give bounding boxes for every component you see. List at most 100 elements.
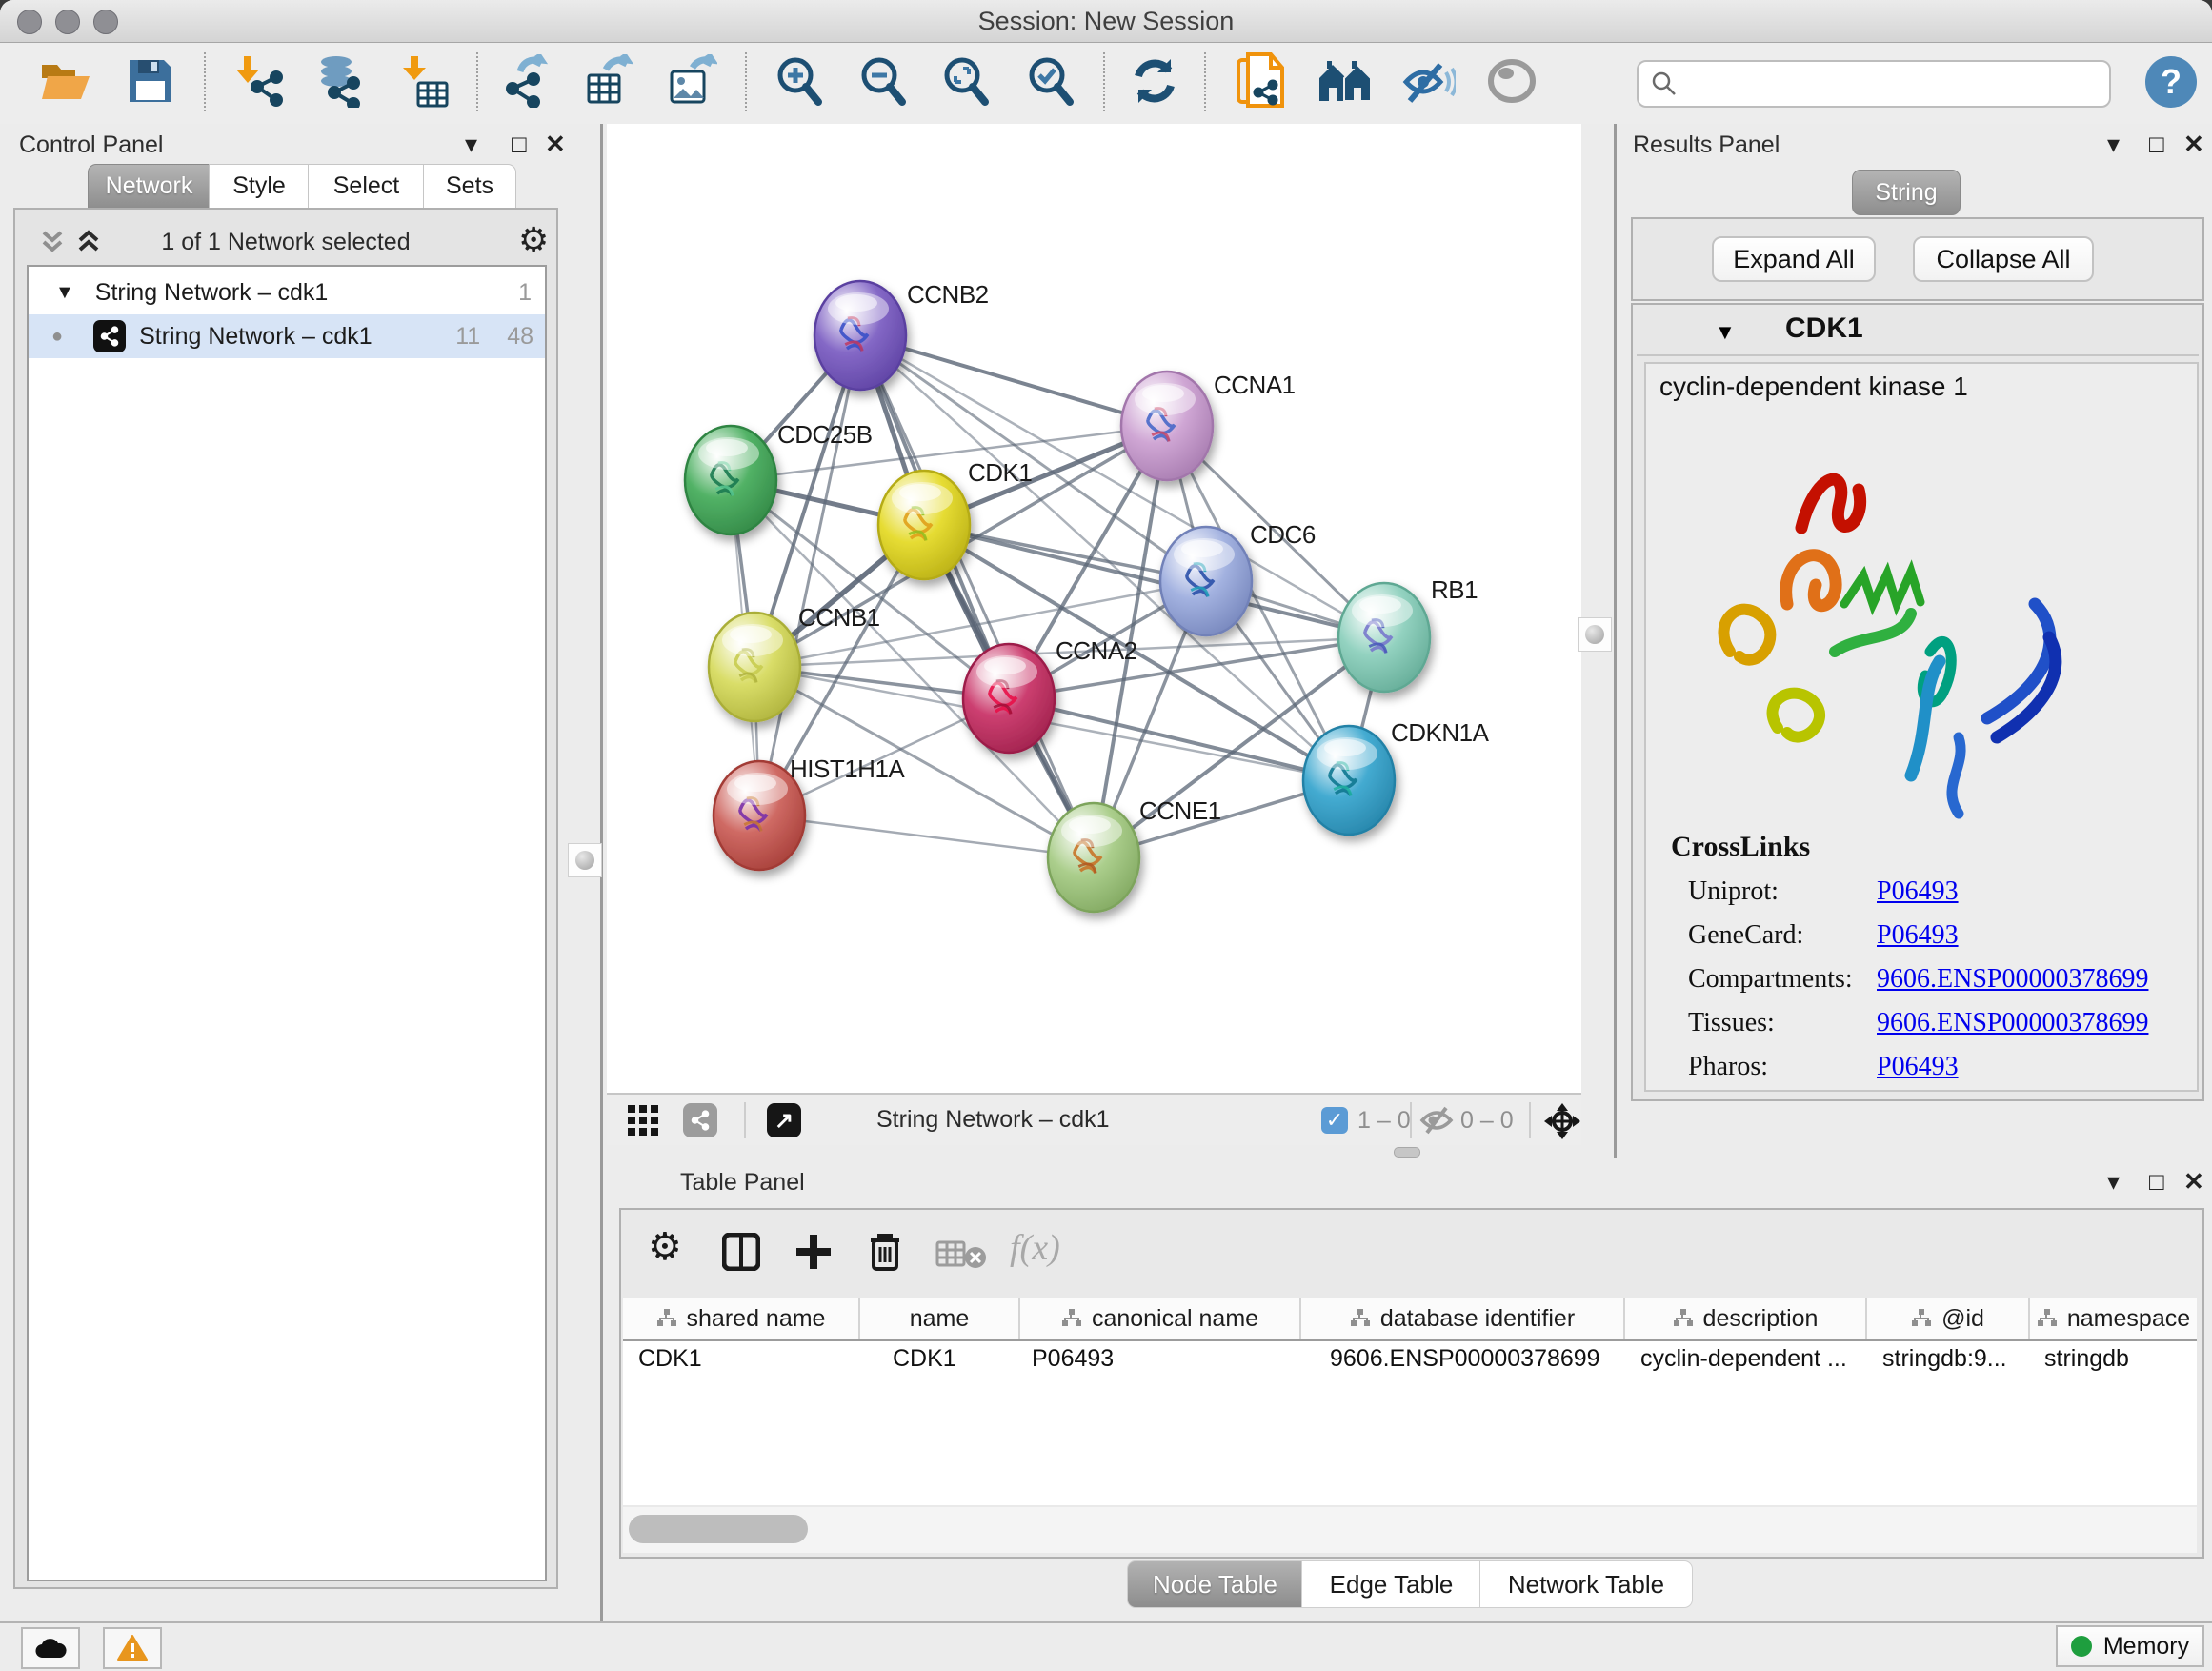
table-panel-float-icon[interactable]: □: [2149, 1167, 2164, 1197]
tab-edge-table[interactable]: Edge Table: [1301, 1560, 1481, 1608]
show-all-button[interactable]: [1482, 43, 1541, 119]
import-network-button[interactable]: [230, 43, 289, 119]
control-panel-float-icon[interactable]: □: [512, 130, 527, 159]
column-header-description[interactable]: description: [1625, 1298, 1867, 1339]
refresh-button[interactable]: [1125, 43, 1184, 119]
zoom-selected-button[interactable]: [1021, 43, 1080, 119]
tab-string-results[interactable]: String: [1852, 170, 1961, 215]
node-table: shared name name canonical name database…: [623, 1298, 2197, 1505]
create-column-icon[interactable]: [794, 1233, 833, 1276]
network-node-CCNA1[interactable]: [1121, 372, 1213, 480]
network-edge[interactable]: [860, 335, 1167, 426]
cell-canonical-name[interactable]: P06493: [1032, 1345, 1289, 1373]
table-hscrollbar-thumb[interactable]: [629, 1515, 808, 1543]
birds-eye-grid-icon[interactable]: [626, 1103, 660, 1142]
network-node-CCNB2[interactable]: [814, 281, 906, 390]
crosslink-compartments-link[interactable]: 9606.ENSP00000378699: [1877, 964, 2148, 995]
expand-all-button[interactable]: Expand All: [1712, 236, 1876, 282]
table-row[interactable]: CDK1 CDK1 P06493 9606.ENSP00000378699 cy…: [623, 1339, 2197, 1379]
crosslink-pharos-link[interactable]: P06493: [1877, 1052, 1959, 1082]
help-button[interactable]: ?: [2145, 56, 2197, 108]
crosslink-uniprot-link[interactable]: P06493: [1877, 876, 1959, 907]
memory-button[interactable]: Memory: [2056, 1625, 2204, 1667]
cell-description[interactable]: cyclin-dependent ...: [1640, 1345, 1861, 1373]
network-row-selected[interactable]: ● String Network – cdk1 11 48: [29, 314, 545, 358]
open-in-browser-icon[interactable]: ↗: [767, 1103, 801, 1137]
function-builder-icon[interactable]: f(x): [1010, 1227, 1060, 1269]
search-input[interactable]: [1686, 70, 2109, 98]
open-session-button[interactable]: [36, 43, 95, 119]
tab-select[interactable]: Select: [308, 164, 425, 209]
results-panel-float-icon[interactable]: □: [2149, 130, 2164, 159]
network-edge[interactable]: [759, 335, 860, 815]
zoom-in-button[interactable]: [770, 43, 829, 119]
cell-namespace[interactable]: stringdb: [2044, 1345, 2187, 1373]
tab-network-table[interactable]: Network Table: [1479, 1560, 1693, 1608]
network-node-CCNA2[interactable]: [963, 644, 1055, 753]
gene-collapse-icon[interactable]: ▼: [1715, 320, 1736, 345]
table-hscrollbar-track[interactable]: [623, 1507, 2197, 1553]
export-table-button[interactable]: [578, 43, 637, 119]
cell-name[interactable]: CDK1: [893, 1345, 1026, 1373]
table-options-gear-icon[interactable]: ⚙: [648, 1225, 682, 1269]
tab-sets[interactable]: Sets: [423, 164, 516, 209]
network-node-CDC6[interactable]: [1160, 527, 1252, 635]
column-header-namespace[interactable]: namespace: [2030, 1298, 2197, 1339]
string-style-icon[interactable]: [683, 1103, 717, 1137]
delete-columns-icon[interactable]: [867, 1231, 903, 1278]
network-canvas[interactable]: CCNB2CCNA1CDC25BCDK1CDC6RB1CCNB1CCNA2CDK…: [607, 124, 1581, 1093]
column-header-id[interactable]: @id: [1867, 1298, 2030, 1339]
network-edge[interactable]: [759, 815, 1094, 857]
zoom-out-button[interactable]: [854, 43, 913, 119]
right-splitter[interactable]: [1581, 124, 1619, 1158]
tab-network[interactable]: Network: [88, 164, 211, 209]
tab-style[interactable]: Style: [209, 164, 310, 209]
column-header-shared-name[interactable]: shared name: [623, 1298, 860, 1339]
network-node-RB1[interactable]: [1338, 583, 1430, 692]
tab-node-table[interactable]: Node Table: [1127, 1560, 1303, 1608]
cloud-status-button[interactable]: [21, 1627, 80, 1669]
cell-database-identifier[interactable]: 9606.ENSP00000378699: [1330, 1345, 1635, 1373]
results-panel-close-icon[interactable]: ✕: [2183, 130, 2204, 159]
cell-shared-name[interactable]: CDK1: [638, 1345, 853, 1373]
right-splitter-handle[interactable]: [1578, 617, 1612, 652]
hide-selected-button[interactable]: [1399, 43, 1458, 119]
crosslink-tissues-link[interactable]: 9606.ENSP00000378699: [1877, 1008, 2148, 1038]
warnings-button[interactable]: [103, 1627, 162, 1669]
column-header-name[interactable]: name: [860, 1298, 1020, 1339]
network-options-gear-icon[interactable]: ⚙: [518, 221, 549, 260]
crosslink-genecard-link[interactable]: P06493: [1877, 920, 1959, 951]
import-network-from-database-button[interactable]: [309, 43, 368, 119]
cell-id[interactable]: stringdb:9...: [1882, 1345, 2025, 1373]
delete-table-icon[interactable]: [935, 1238, 987, 1274]
network-node-CDC25B[interactable]: [685, 426, 776, 534]
network-node-CCNE1[interactable]: [1048, 803, 1139, 912]
column-header-canonical-name[interactable]: canonical name: [1020, 1298, 1301, 1339]
network-node-CCNB1[interactable]: [709, 613, 800, 721]
control-panel-menu-icon[interactable]: ▾: [465, 130, 477, 159]
network-graph[interactable]: CCNB2CCNA1CDC25BCDK1CDC6RB1CCNB1CCNA2CDK…: [607, 124, 1581, 1093]
table-panel-close-icon[interactable]: ✕: [2183, 1167, 2204, 1197]
left-splitter[interactable]: [564, 124, 607, 1621]
export-network-button[interactable]: [496, 43, 555, 119]
selected-nodes-checkbox[interactable]: ✓: [1321, 1107, 1348, 1134]
save-session-button[interactable]: [121, 43, 180, 119]
zoom-fit-button[interactable]: [936, 43, 995, 119]
network-collection-row[interactable]: ▼ String Network – cdk1 1: [29, 271, 545, 314]
fit-content-crosshair-icon[interactable]: [1542, 1101, 1582, 1146]
table-panel-menu-icon[interactable]: ▾: [2107, 1167, 2120, 1197]
first-neighbors-button[interactable]: [1316, 43, 1375, 119]
import-table-button[interactable]: [396, 43, 455, 119]
left-splitter-handle[interactable]: [568, 843, 602, 877]
collapse-all-button[interactable]: Collapse All: [1913, 236, 2094, 282]
export-image-button[interactable]: [661, 43, 720, 119]
string-protein-query-button[interactable]: [1231, 43, 1290, 119]
results-panel-menu-icon[interactable]: ▾: [2107, 130, 2120, 159]
network-node-CDKN1A[interactable]: [1303, 726, 1395, 835]
column-header-database-identifier[interactable]: database identifier: [1301, 1298, 1625, 1339]
network-node-CDK1[interactable]: [878, 471, 970, 579]
show-columns-icon[interactable]: [722, 1233, 760, 1276]
control-panel-close-icon[interactable]: ✕: [545, 130, 566, 159]
collection-expand-icon[interactable]: ▼: [55, 282, 74, 304]
horizontal-splitter-handle[interactable]: [1394, 1147, 1420, 1158]
